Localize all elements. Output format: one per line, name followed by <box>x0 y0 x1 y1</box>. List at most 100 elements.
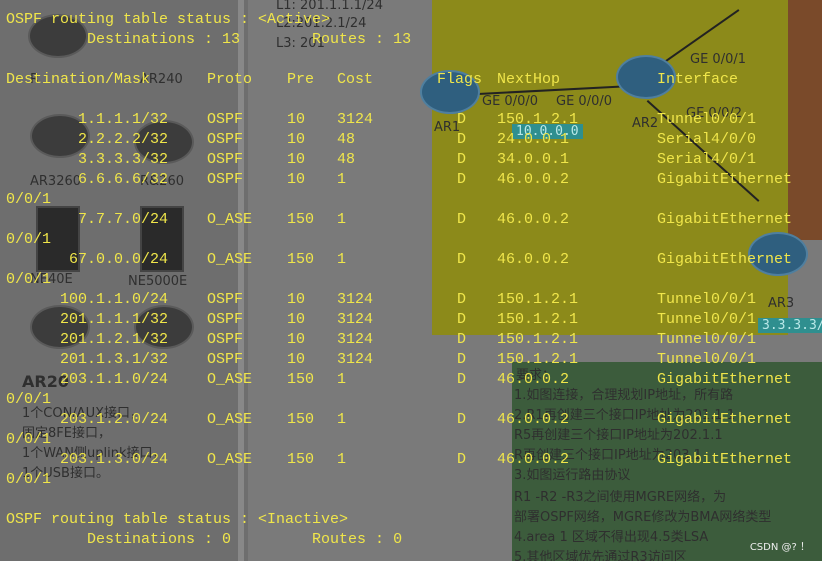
route-destination: 203.1.2.0/24 <box>6 411 169 428</box>
route-destination: 1.1.1.1/32 <box>6 111 169 128</box>
route-nexthop: 24.0.0.1 <box>497 131 570 148</box>
route-cost: 48 <box>337 151 356 168</box>
route-interface: Tunnel0/0/1 <box>657 311 757 328</box>
route-nexthop: 46.0.0.2 <box>497 171 570 188</box>
route-proto: OSPF <box>207 351 244 368</box>
route-proto: O_ASE <box>207 371 253 388</box>
route-destination: 6.6.6.6/32 <box>6 171 169 188</box>
route-cost: 1 <box>337 371 347 388</box>
route-flags: D <box>457 411 467 428</box>
route-proto: O_ASE <box>207 251 253 268</box>
route-preference: 10 <box>287 171 306 188</box>
route-flags: D <box>457 351 467 368</box>
route-interface: GigabitEthernet <box>657 211 793 228</box>
route-interface-wrap: 0/0/1 <box>6 231 52 248</box>
cli-output: OSPF routing table status : <Active> Des… <box>0 0 822 561</box>
header-proto: Proto <box>207 71 253 88</box>
route-preference: 10 <box>287 111 306 128</box>
route-destination: 201.1.2.1/32 <box>6 331 169 348</box>
route-interface: GigabitEthernet <box>657 411 793 428</box>
route-interface-wrap: 0/0/1 <box>6 391 52 408</box>
route-flags: D <box>457 111 467 128</box>
route-proto: OSPF <box>207 291 244 308</box>
route-flags: D <box>457 371 467 388</box>
route-preference: 150 <box>287 411 315 428</box>
route-cost: 1 <box>337 171 347 188</box>
route-interface: Serial4/0/1 <box>657 151 757 168</box>
header-nexthop: NextHop <box>497 71 561 88</box>
route-cost: 1 <box>337 451 347 468</box>
route-flags: D <box>457 251 467 268</box>
route-proto: O_ASE <box>207 451 253 468</box>
route-interface: GigabitEthernet <box>657 171 793 188</box>
route-destination: 203.1.1.0/24 <box>6 371 169 388</box>
inactive-counts-line: Destinations : 0 Routes : 0 <box>6 531 403 548</box>
route-preference: 10 <box>287 131 306 148</box>
route-interface-wrap: 0/0/1 <box>6 471 52 488</box>
route-interface: GigabitEthernet <box>657 251 793 268</box>
header-flags: Flags <box>437 71 483 88</box>
route-nexthop: 46.0.0.2 <box>497 211 570 228</box>
route-interface: GigabitEthernet <box>657 371 793 388</box>
route-proto: OSPF <box>207 331 244 348</box>
active-counts-line: Destinations : 13 Routes : 13 <box>6 31 412 48</box>
route-interface: Tunnel0/0/1 <box>657 291 757 308</box>
route-flags: D <box>457 171 467 188</box>
header-pre: Pre <box>287 71 315 88</box>
route-flags: D <box>457 151 467 168</box>
route-nexthop: 46.0.0.2 <box>497 451 570 468</box>
route-nexthop: 46.0.0.2 <box>497 411 570 428</box>
route-destination: 201.1.1.1/32 <box>6 311 169 328</box>
route-flags: D <box>457 451 467 468</box>
route-nexthop: 34.0.0.1 <box>497 151 570 168</box>
route-flags: D <box>457 311 467 328</box>
route-preference: 10 <box>287 331 306 348</box>
route-destination: 2.2.2.2/32 <box>6 131 169 148</box>
route-cost: 3124 <box>337 111 374 128</box>
route-flags: D <box>457 331 467 348</box>
route-flags: D <box>457 291 467 308</box>
route-preference: 150 <box>287 371 315 388</box>
route-nexthop: 46.0.0.2 <box>497 251 570 268</box>
route-proto: O_ASE <box>207 411 253 428</box>
header-interface: Interface <box>657 71 739 88</box>
route-flags: D <box>457 131 467 148</box>
route-destination: 3.3.3.3/32 <box>6 151 169 168</box>
route-interface-wrap: 0/0/1 <box>6 431 52 448</box>
route-nexthop: 46.0.0.2 <box>497 371 570 388</box>
route-destination: 100.1.1.0/24 <box>6 291 169 308</box>
route-proto: OSPF <box>207 311 244 328</box>
route-cost: 1 <box>337 251 347 268</box>
route-interface-wrap: 0/0/1 <box>6 191 52 208</box>
header-destination: Destination/Mask <box>6 71 151 88</box>
route-nexthop: 150.1.2.1 <box>497 331 579 348</box>
route-preference: 150 <box>287 211 315 228</box>
route-preference: 150 <box>287 451 315 468</box>
route-proto: OSPF <box>207 171 244 188</box>
watermark: CSDN @? ！ <box>749 542 810 553</box>
route-nexthop: 150.1.2.1 <box>497 111 579 128</box>
route-interface: Serial4/0/0 <box>657 131 757 148</box>
active-status-line: OSPF routing table status : <Active> <box>6 11 331 28</box>
route-proto: OSPF <box>207 111 244 128</box>
route-interface: Tunnel0/0/1 <box>657 331 757 348</box>
route-preference: 150 <box>287 251 315 268</box>
route-cost: 3124 <box>337 291 374 308</box>
route-cost: 48 <box>337 131 356 148</box>
route-interface: GigabitEthernet <box>657 451 793 468</box>
route-interface: Tunnel0/0/1 <box>657 351 757 368</box>
route-nexthop: 150.1.2.1 <box>497 311 579 328</box>
route-preference: 10 <box>287 151 306 168</box>
route-destination: 67.0.0.0/24 <box>6 251 169 268</box>
route-proto: OSPF <box>207 131 244 148</box>
route-proto: OSPF <box>207 151 244 168</box>
route-preference: 10 <box>287 291 306 308</box>
route-proto: O_ASE <box>207 211 253 228</box>
route-destination: 7.7.7.0/24 <box>6 211 169 228</box>
route-destination: 201.1.3.1/32 <box>6 351 169 368</box>
route-cost: 1 <box>337 411 347 428</box>
route-flags: D <box>457 211 467 228</box>
route-interface: Tunnel0/0/1 <box>657 111 757 128</box>
inactive-status-line: OSPF routing table status : <Inactive> <box>6 511 349 528</box>
route-interface-wrap: 0/0/1 <box>6 271 52 288</box>
